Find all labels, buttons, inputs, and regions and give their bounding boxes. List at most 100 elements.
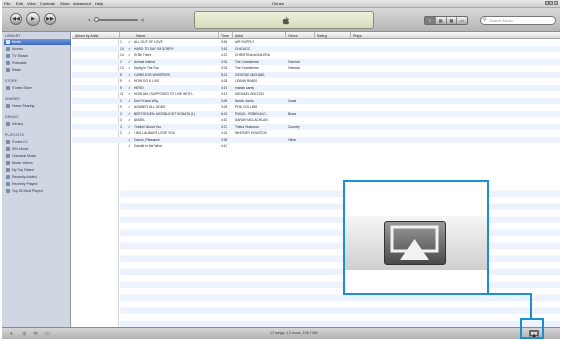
menu-file[interactable]: File	[4, 1, 10, 6]
callout-toolbar-strip	[345, 216, 487, 270]
home-icon	[6, 104, 10, 108]
column-divider[interactable]	[314, 32, 315, 39]
sidebar-item-genius[interactable]: Genius	[6, 121, 70, 127]
sidebar-item-itunes-dj[interactable]: iTunes DJ	[6, 139, 70, 145]
add-playlist-icon[interactable]: +	[8, 331, 15, 337]
column-genre[interactable]: Genre	[288, 34, 298, 38]
show-artwork-icon[interactable]: ▭	[44, 331, 51, 337]
minimize-icon[interactable]	[544, 1, 549, 5]
music-note-icon	[6, 40, 10, 44]
fast-forward-icon: ▶▶	[46, 16, 54, 22]
sidebar-item-tv-shows[interactable]: TV Shows	[6, 53, 70, 59]
sidebar-item-itunes-store[interactable]: iTunes Store	[6, 85, 70, 91]
status-bar: + ⤨ ⟲ ▭ 17 songs, 1.2 hours, 105.7 MB	[2, 327, 560, 339]
sidebar-heading-playlists: PLAYLISTS	[5, 133, 24, 137]
play-button[interactable]: ▶	[26, 12, 40, 26]
sidebar-item-my-top-rated[interactable]: My Top Rated	[6, 167, 70, 173]
column-rating[interactable]: Rating	[317, 34, 327, 38]
sidebar-item-top-25[interactable]: Top 25 Most Played	[6, 188, 70, 194]
sidebar-item-movies[interactable]: Movies	[6, 46, 70, 52]
radio-icon	[6, 68, 10, 72]
column-album-by-artist[interactable]: Album by Artist	[75, 34, 98, 38]
apple-logo-icon	[282, 16, 290, 25]
menu-help[interactable]: Help	[95, 1, 103, 6]
itunes-window: File Edit View Controls Store Advanced H…	[0, 0, 562, 340]
callout-connector	[487, 293, 532, 295]
sidebar-item-recently-added[interactable]: Recently Added	[6, 174, 70, 180]
smart-playlist-icon	[6, 154, 10, 158]
smart-playlist-icon	[6, 168, 10, 172]
column-divider[interactable]	[285, 32, 286, 39]
menu-bar: File Edit View Controls Store Advanced H…	[2, 0, 560, 8]
view-album-button[interactable]: ▦	[436, 17, 447, 24]
airplay-callout	[343, 180, 489, 295]
view-grid-button[interactable]: ▩	[447, 17, 458, 24]
smart-playlist-icon	[6, 147, 10, 151]
menu-advanced[interactable]: Advanced	[73, 1, 91, 6]
volume-slider[interactable]	[94, 17, 138, 22]
play-icon: ▶	[31, 16, 35, 22]
sidebar-item-radio[interactable]: Radio	[6, 67, 70, 73]
sidebar-item-music-videos[interactable]: Music Videos	[6, 160, 70, 166]
store-icon	[6, 86, 10, 90]
column-divider[interactable]	[119, 32, 120, 39]
search-icon: ⚲	[483, 17, 487, 23]
toolbar: ◀◀ ▶ ▶▶ ◂ ◂) ≡ ▦ ▩ ▭ ⚲ Search Music	[2, 8, 560, 32]
column-time[interactable]: Time	[221, 34, 229, 38]
smart-playlist-icon	[6, 189, 10, 193]
view-list-button[interactable]: ≡	[425, 17, 436, 24]
rewind-icon: ◀◀	[12, 16, 20, 22]
smart-playlist-icon	[6, 161, 10, 165]
airplay-button-zoomed	[384, 221, 446, 265]
close-icon[interactable]	[553, 1, 558, 5]
source-sidebar: LIBRARY Music Movies TV Shows Podcasts R…	[2, 32, 71, 327]
search-field[interactable]: ⚲ Search Music	[480, 16, 556, 25]
sidebar-heading-store: STORE	[5, 79, 17, 83]
column-divider[interactable]	[218, 32, 219, 39]
sidebar-item-home-sharing[interactable]: Home Sharing	[6, 103, 70, 109]
fast-forward-button[interactable]: ▶▶	[44, 13, 56, 25]
column-divider[interactable]	[350, 32, 351, 39]
sidebar-item-90s-music[interactable]: 90's Music	[6, 146, 70, 152]
tv-icon	[6, 54, 10, 58]
sidebar-heading-library: LIBRARY	[5, 34, 21, 38]
rewind-button[interactable]: ◀◀	[10, 13, 22, 25]
menu-controls[interactable]: Controls	[40, 1, 55, 6]
maximize-icon[interactable]	[549, 1, 553, 5]
sidebar-heading-genius: GENIUS	[5, 115, 19, 119]
column-artist[interactable]: Artist	[235, 34, 243, 38]
sidebar-item-music[interactable]: Music	[4, 39, 71, 45]
repeat-icon[interactable]: ⟲	[32, 331, 39, 337]
sidebar-heading-shared: SHARED	[5, 97, 20, 101]
podcast-icon	[6, 61, 10, 65]
volume-knob[interactable]	[94, 17, 99, 22]
checkbox-icon[interactable]: ✓	[128, 143, 131, 150]
sidebar-item-recently-played[interactable]: Recently Played	[6, 181, 70, 187]
airplay-highlight	[520, 318, 544, 339]
shuffle-icon[interactable]: ⤨	[20, 331, 27, 337]
song-rows: 1 ✓ ALL OUT OF LOVE 3:54 AIR SUPPLY 10 ✓ HARD T…	[72, 39, 560, 150]
song-list-header: Album by Artist Name Time Artist Genre R…	[72, 32, 560, 39]
dj-icon	[6, 140, 10, 144]
menu-store[interactable]: Store	[60, 1, 70, 6]
song-time-cell: 4:10	[221, 144, 228, 148]
menu-view[interactable]: View	[27, 1, 36, 6]
song-name-cell: Candle in the Wind	[134, 144, 162, 148]
empty-row-stripes	[120, 184, 560, 327]
table-row[interactable]: ✓ Candle in the Wind 4:10	[72, 143, 560, 150]
sidebar-item-podcasts[interactable]: Podcasts	[6, 60, 70, 66]
column-plays[interactable]: Plays	[353, 34, 362, 38]
menu-edit[interactable]: Edit	[16, 1, 23, 6]
library-summary: 17 songs, 1.2 hours, 105.7 MB	[270, 331, 318, 335]
status-display[interactable]	[194, 11, 374, 29]
speaker-high-icon: ◂)	[141, 17, 145, 22]
column-divider[interactable]	[232, 32, 233, 39]
film-icon	[6, 47, 10, 51]
smart-playlist-icon	[6, 182, 10, 186]
search-placeholder: Search Music	[489, 18, 514, 23]
view-coverflow-button[interactable]: ▭	[457, 17, 467, 24]
column-name[interactable]: Name	[136, 34, 145, 38]
smart-playlist-icon	[6, 175, 10, 179]
speaker-low-icon: ◂	[88, 17, 91, 22]
sidebar-item-classical-music[interactable]: Classical Music	[6, 153, 70, 159]
